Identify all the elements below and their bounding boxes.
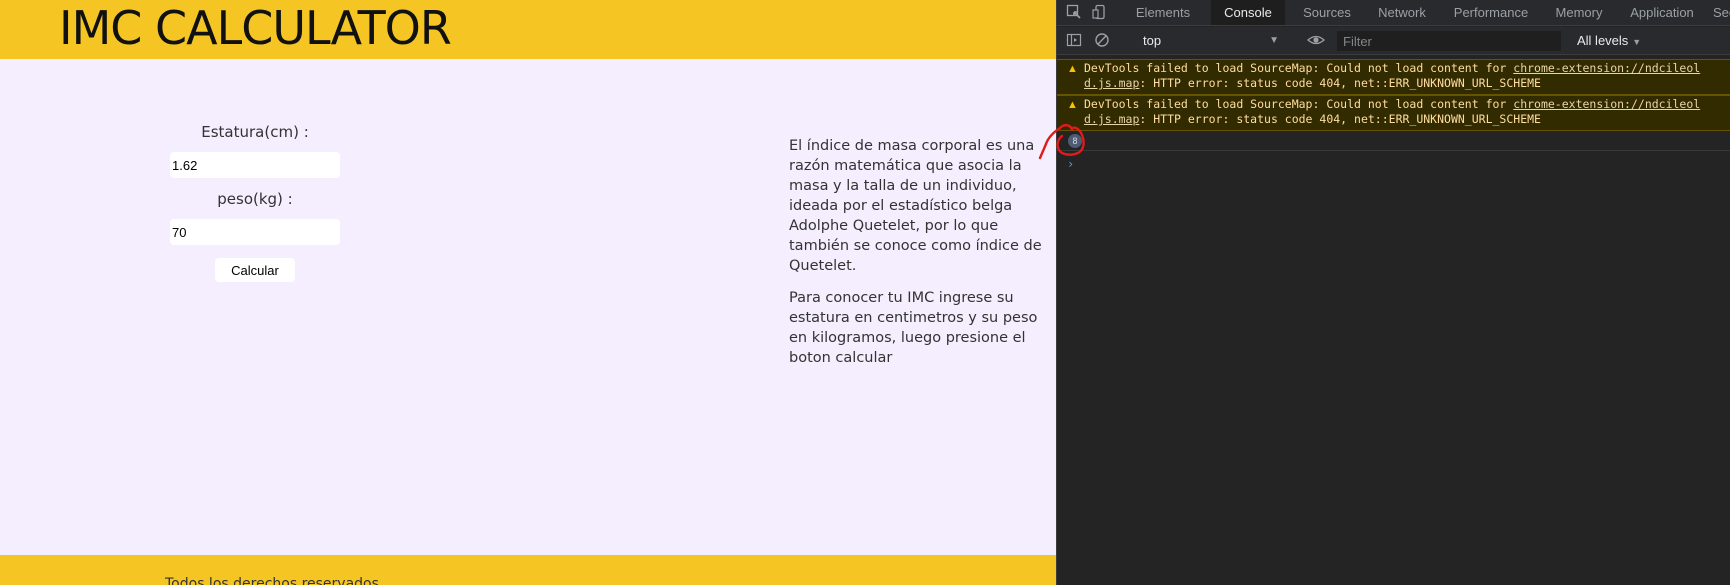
source-link-continued[interactable]: d.js.map [1084, 76, 1139, 90]
tab-console[interactable]: Console [1211, 0, 1285, 25]
weight-label: peso(kg) : [217, 190, 293, 208]
console-message-warning[interactable]: ▲ DevTools failed to load SourceMap: Cou… [1057, 59, 1730, 95]
log-levels-select[interactable]: All levels ▼ [1569, 31, 1659, 51]
page-footer: Todos los derechos reservados [0, 555, 1056, 585]
clear-console-icon[interactable] [1093, 32, 1111, 50]
console-message-warning[interactable]: ▲ DevTools failed to load SourceMap: Cou… [1057, 95, 1730, 131]
inspect-element-icon[interactable] [1065, 4, 1083, 22]
warning-line: DevTools failed to load SourceMap: Could… [1084, 61, 1700, 76]
warning-icon: ▲ [1067, 63, 1078, 75]
page-title: IMC CALCULATOR [59, 1, 452, 55]
info-paragraph-1: El índice de masa corporal es una razón … [789, 138, 1042, 274]
height-input[interactable] [170, 152, 340, 178]
context-select[interactable]: top ▼ [1135, 31, 1285, 51]
live-expression-eye-icon[interactable] [1307, 32, 1325, 50]
warning-line: DevTools failed to load SourceMap: Could… [1084, 97, 1700, 112]
console-divider [1057, 150, 1730, 151]
sidebar-toggle-icon[interactable] [1065, 32, 1083, 50]
console-toolbar: top ▼ All levels▼ [1057, 27, 1730, 55]
warning-line: d.js.map: HTTP error: status code 404, n… [1084, 112, 1541, 127]
tab-sources[interactable]: Sources [1293, 0, 1361, 25]
warning-text: DevTools failed to load SourceMap: Could… [1084, 61, 1514, 75]
tab-memory[interactable]: Memory [1543, 0, 1615, 25]
chevron-down-icon: ▼ [1269, 35, 1279, 46]
chevron-down-icon: ▼ [1632, 37, 1642, 47]
tab-performance[interactable]: Performance [1441, 0, 1541, 25]
filter-input[interactable] [1337, 31, 1561, 51]
device-toolbar-icon[interactable] [1091, 4, 1109, 22]
info-paragraph-2: Para conocer tu IMC ingrese su estatura … [789, 290, 1038, 366]
footer-text: Todos los derechos reservados [165, 576, 379, 585]
warning-icon: ▲ [1067, 99, 1078, 111]
tab-application[interactable]: Application [1617, 0, 1707, 25]
warning-line: d.js.map: HTTP error: status code 404, n… [1084, 76, 1541, 91]
devtools-tab-bar: Elements Console Sources Network Perform… [1057, 0, 1730, 26]
source-link[interactable]: chrome-extension://ndcileol [1513, 97, 1700, 111]
log-levels-value: All levels [1577, 33, 1629, 48]
tab-network[interactable]: Network [1365, 0, 1439, 25]
devtools-panel: Elements Console Sources Network Perform… [1056, 0, 1730, 585]
source-link[interactable]: chrome-extension://ndcileol [1513, 61, 1700, 75]
warning-text: : HTTP error: status code 404, net::ERR_… [1139, 112, 1541, 126]
height-label: Estatura(cm) : [201, 123, 309, 141]
tab-security[interactable]: Sec [1707, 0, 1730, 25]
warning-text: : HTTP error: status code 404, net::ERR_… [1139, 76, 1541, 90]
weight-input[interactable] [170, 219, 340, 245]
source-link-continued[interactable]: d.js.map [1084, 112, 1139, 126]
issue-count-badge[interactable]: 8 [1068, 134, 1082, 148]
console-prompt-icon[interactable]: › [1067, 157, 1074, 171]
warning-text: DevTools failed to load SourceMap: Could… [1084, 97, 1514, 111]
web-page: IMC CALCULATOR Estatura(cm) : peso(kg) :… [0, 0, 1056, 585]
calculate-button[interactable]: Calcular [215, 258, 295, 282]
context-value: top [1143, 33, 1162, 48]
tab-elements[interactable]: Elements [1123, 0, 1203, 25]
page-header: IMC CALCULATOR [0, 0, 1056, 59]
